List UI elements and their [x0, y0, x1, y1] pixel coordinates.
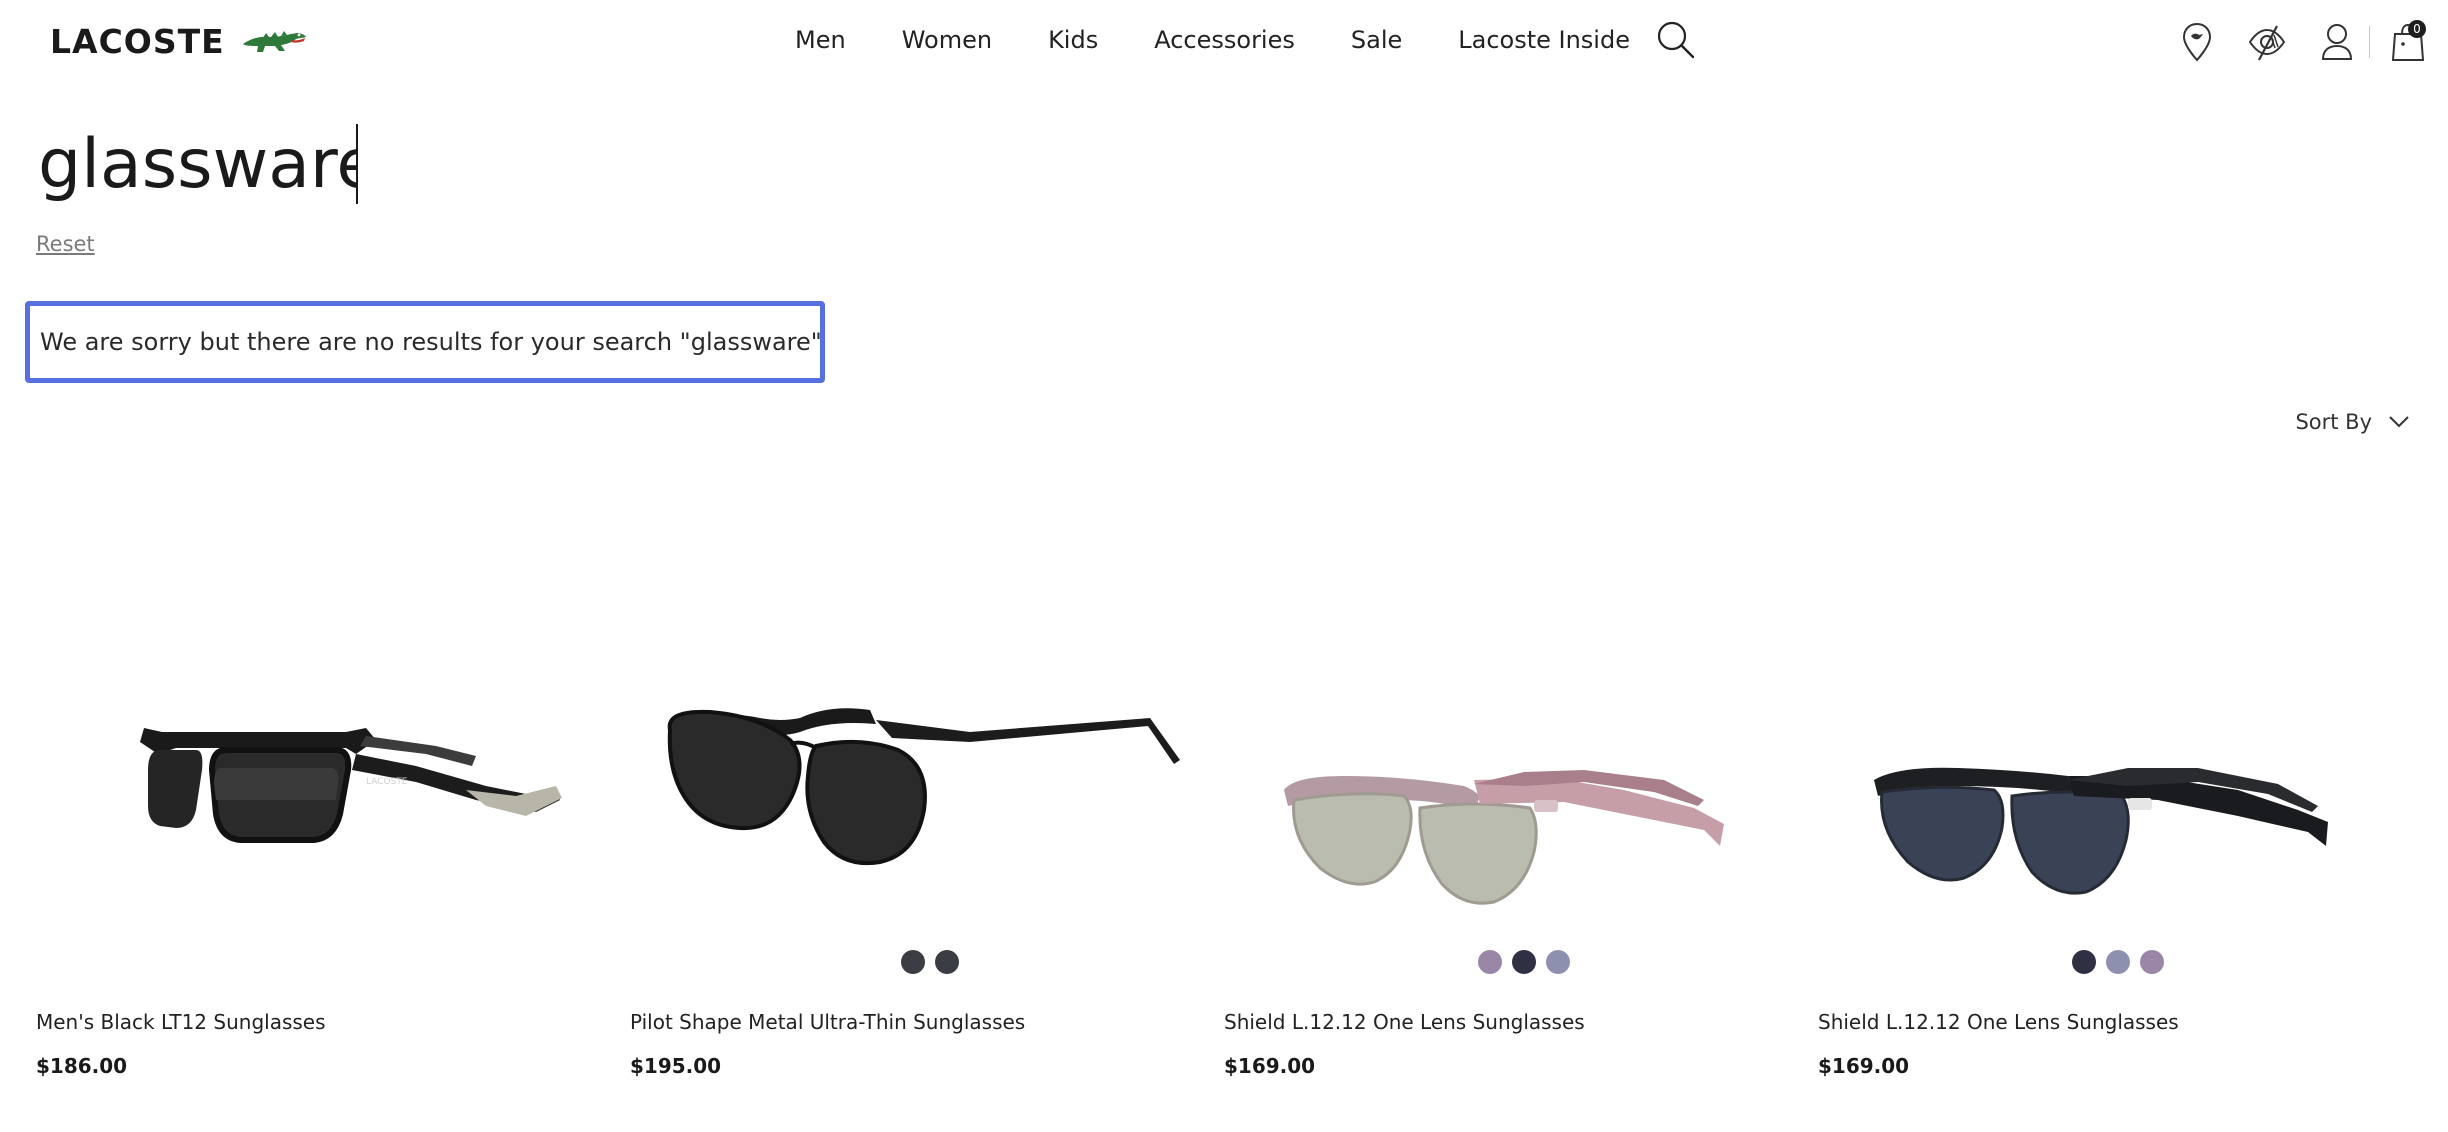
product-name[interactable]: Pilot Shape Metal Ultra-Thin Sunglasses — [630, 1010, 1025, 1034]
sort-by-dropdown[interactable]: Sort By — [2295, 410, 2410, 434]
svg-text:LACOSTE: LACOSTE — [366, 777, 408, 787]
color-swatch[interactable] — [2072, 950, 2096, 974]
text-caret — [356, 124, 358, 204]
color-swatches — [630, 950, 1230, 974]
nav-men[interactable]: Men — [795, 26, 846, 54]
header-utility-icons: 0 — [2177, 20, 2428, 64]
color-swatch[interactable] — [901, 950, 925, 974]
site-header: LACOSTE Men Women Kids Accessories Sale … — [0, 0, 2448, 88]
search-query-row — [38, 118, 358, 210]
product-name[interactable]: Men's Black LT12 Sunglasses — [36, 1010, 326, 1034]
product-image[interactable] — [630, 600, 1230, 960]
product-price: $169.00 — [1818, 1054, 1910, 1078]
product-card[interactable]: Shield L.12.12 One Lens Sunglasses $169.… — [1818, 560, 2412, 1100]
store-locator-icon[interactable] — [2177, 20, 2217, 64]
product-price: $186.00 — [36, 1054, 128, 1078]
sort-by-label: Sort By — [2295, 410, 2372, 434]
product-card[interactable]: LACOSTE Men's Black LT12 Sunglasses $186… — [36, 560, 630, 1100]
chevron-down-icon — [2389, 416, 2409, 428]
product-card[interactable]: Pilot Shape Metal Ultra-Thin Sunglasses … — [630, 560, 1224, 1100]
no-results-message: We are sorry but there are no results fo… — [40, 328, 822, 356]
product-image[interactable] — [1224, 600, 1824, 960]
reset-link[interactable]: Reset — [36, 232, 95, 256]
color-swatch[interactable] — [1478, 950, 1502, 974]
product-image[interactable] — [1818, 600, 2418, 960]
nav-accessories[interactable]: Accessories — [1154, 26, 1295, 54]
color-swatches — [1818, 950, 2418, 974]
color-swatch[interactable] — [2106, 950, 2130, 974]
product-card[interactable]: Shield L.12.12 One Lens Sunglasses $169.… — [1224, 560, 1818, 1100]
search-icon[interactable] — [1656, 20, 1696, 60]
accessibility-icon[interactable] — [2247, 20, 2287, 64]
cart-count-badge: 0 — [2408, 20, 2426, 38]
product-image[interactable]: LACOSTE — [36, 600, 636, 960]
nav-women[interactable]: Women — [902, 26, 992, 54]
nav-lacoste-inside[interactable]: Lacoste Inside — [1458, 26, 1630, 54]
color-swatch[interactable] — [2140, 950, 2164, 974]
color-swatch[interactable] — [935, 950, 959, 974]
header-divider — [2369, 26, 2370, 58]
brand-name: LACOSTE — [50, 22, 225, 61]
account-icon[interactable] — [2317, 20, 2357, 64]
product-price: $169.00 — [1224, 1054, 1316, 1078]
cart-icon[interactable]: 0 — [2388, 20, 2428, 64]
search-input[interactable] — [38, 118, 358, 210]
product-name[interactable]: Shield L.12.12 One Lens Sunglasses — [1224, 1010, 1585, 1034]
color-swatches — [1224, 950, 1824, 974]
product-name[interactable]: Shield L.12.12 One Lens Sunglasses — [1818, 1010, 2179, 1034]
lacoste-logo[interactable]: LACOSTE — [50, 22, 307, 61]
main-nav: Men Women Kids Accessories Sale Lacoste … — [795, 26, 1630, 54]
crocodile-logo-icon — [242, 30, 306, 52]
no-results-message-box: We are sorry but there are no results fo… — [25, 301, 825, 383]
product-price: $195.00 — [630, 1054, 722, 1078]
color-swatch[interactable] — [1546, 950, 1570, 974]
color-swatch[interactable] — [1512, 950, 1536, 974]
nav-kids[interactable]: Kids — [1048, 26, 1098, 54]
nav-sale[interactable]: Sale — [1351, 26, 1402, 54]
product-grid: LACOSTE Men's Black LT12 Sunglasses $186… — [36, 560, 2412, 1100]
